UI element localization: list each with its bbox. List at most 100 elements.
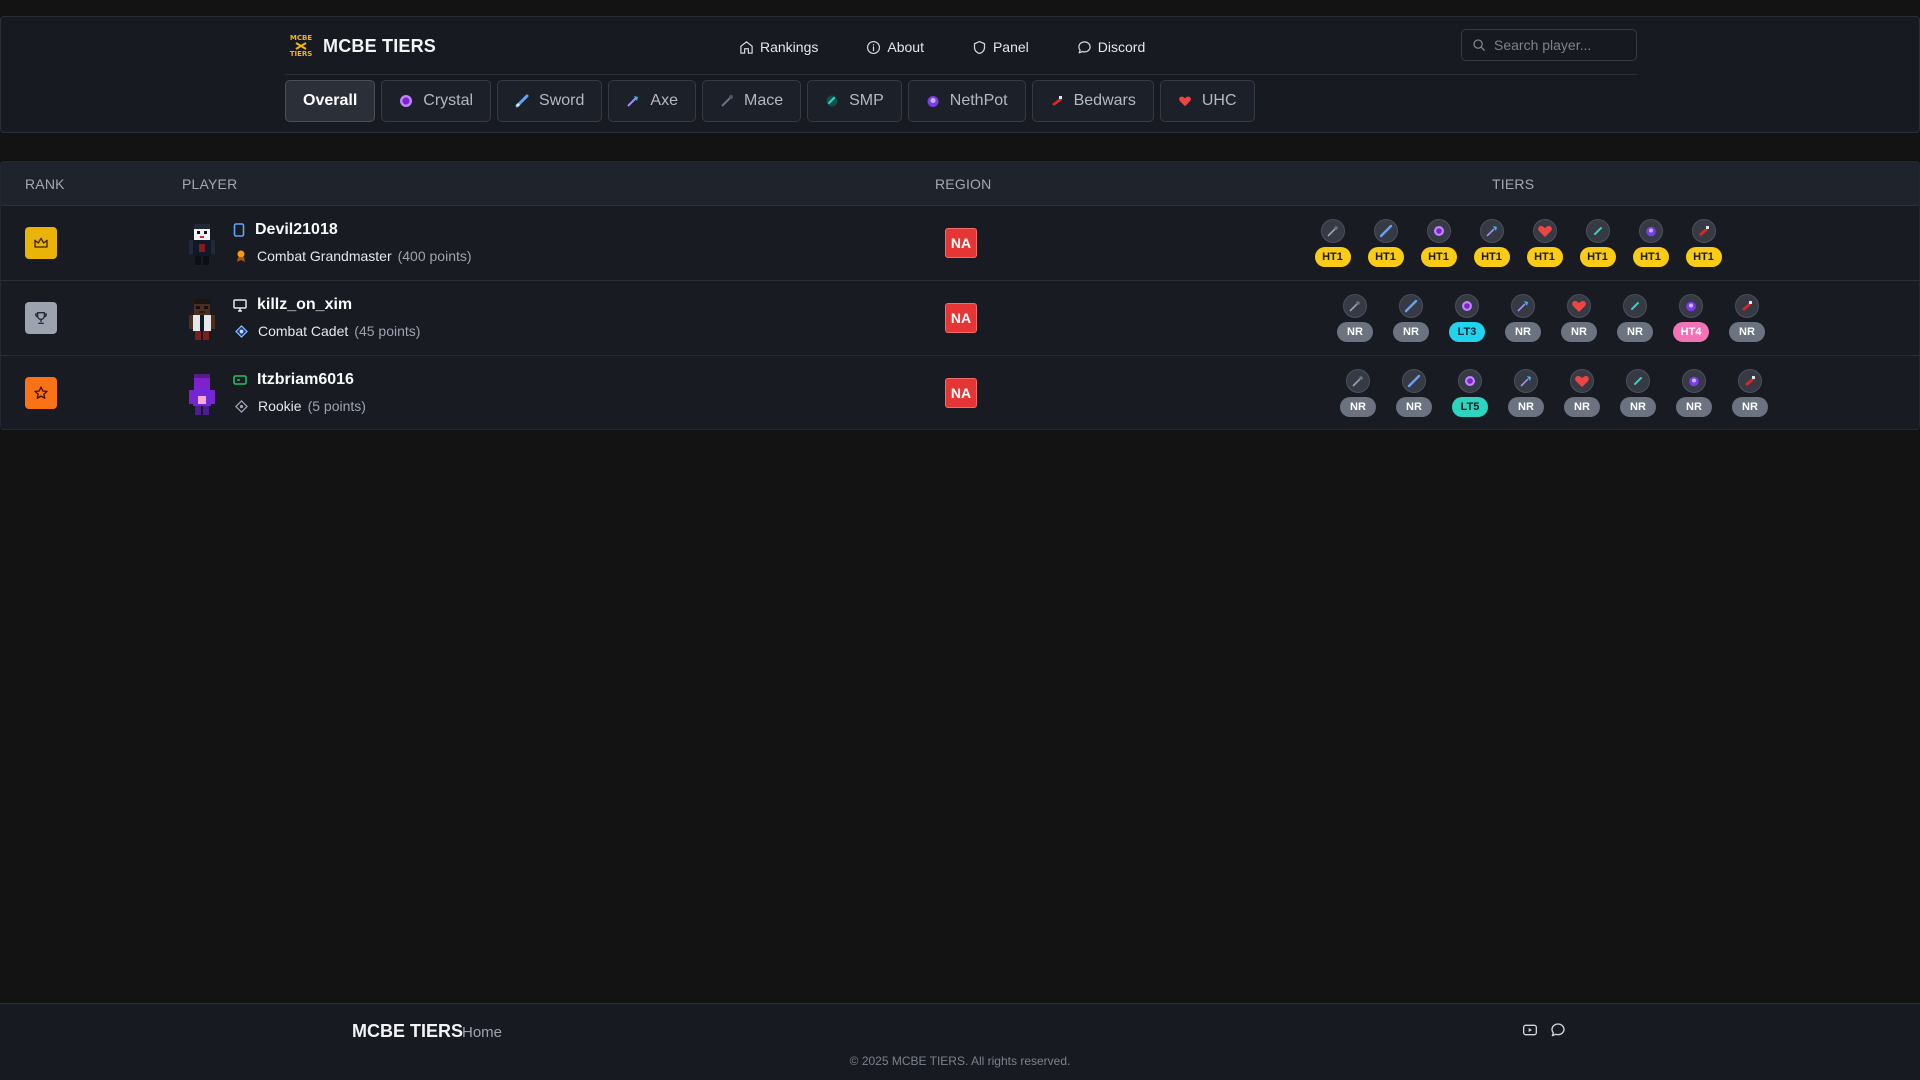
tier-cell[interactable]: HT1 — [1306, 219, 1359, 267]
tier-badge: NR — [1729, 322, 1765, 342]
nav-panel[interactable]: Panel — [972, 37, 1029, 57]
tier-cell[interactable]: NR — [1722, 369, 1778, 417]
tier-badge: NR — [1561, 322, 1597, 342]
mace-icon — [721, 95, 733, 107]
nethpot-icon — [1682, 369, 1706, 393]
tier-list: NR NR LT3 NR NR NR HT4 NR — [1327, 294, 1775, 342]
top-navigation-bar: MCBE TIERS MCBE TIERS Rankings About Pan… — [0, 16, 1920, 133]
tier-cell[interactable]: NR — [1330, 369, 1386, 417]
tier-badge: NR — [1617, 322, 1653, 342]
tier-cell[interactable]: NR — [1495, 294, 1551, 342]
footer-home-link[interactable]: Home — [462, 1024, 502, 1041]
crystal-icon — [1426, 219, 1451, 243]
tier-cell[interactable]: NR — [1719, 294, 1775, 342]
tier-cell[interactable]: NR — [1551, 294, 1607, 342]
tier-badge: HT1 — [1526, 247, 1563, 267]
tier-cell[interactable]: LT5 — [1442, 369, 1498, 417]
tab-smp[interactable]: SMP — [807, 80, 902, 122]
tier-cell[interactable]: HT1 — [1518, 219, 1571, 267]
player-title-line: Combat Cadet (45 points) — [235, 323, 420, 339]
tier-list: NR NR LT5 NR NR NR NR NR — [1330, 369, 1778, 417]
player-name-line: Itzbriam6016 — [233, 371, 354, 389]
tier-badge: NR — [1505, 322, 1541, 342]
tab-mace[interactable]: Mace — [701, 80, 802, 122]
tier-cell[interactable]: HT1 — [1677, 219, 1730, 267]
tier-badge: LT5 — [1452, 397, 1488, 417]
bedwars-icon — [1738, 369, 1762, 393]
tier-cell[interactable]: NR — [1610, 369, 1666, 417]
tier-cell[interactable]: NR — [1666, 369, 1722, 417]
smp-icon — [826, 95, 838, 107]
shield-icon — [973, 40, 986, 54]
sword-icon — [515, 94, 529, 108]
tier-cell[interactable]: NR — [1386, 369, 1442, 417]
table-row[interactable]: Devil21018 Combat Grandmaster (400 point… — [1, 206, 1919, 281]
tab-uhc[interactable]: UHC — [1159, 80, 1255, 122]
player-name-line: Devil21018 — [233, 221, 338, 239]
tab-sword[interactable]: Sword — [497, 80, 603, 122]
mace-icon — [1320, 219, 1345, 243]
tier-cell[interactable]: HT1 — [1571, 219, 1624, 267]
star-icon — [34, 386, 48, 399]
rank-badge-first — [25, 227, 57, 259]
tier-cell[interactable]: LT3 — [1439, 294, 1495, 342]
smp-icon — [1585, 219, 1610, 243]
heart-icon — [1570, 369, 1594, 393]
logo-swords-icon — [295, 42, 307, 50]
rookie-badge-icon — [235, 399, 248, 413]
tier-cell[interactable]: NR — [1383, 294, 1439, 342]
tier-cell[interactable]: NR — [1554, 369, 1610, 417]
crystal-icon — [400, 95, 413, 107]
chat-icon — [1078, 40, 1091, 53]
tier-cell[interactable]: HT1 — [1465, 219, 1518, 267]
nav-discord[interactable]: Discord — [1077, 37, 1145, 57]
tier-cell[interactable]: HT1 — [1412, 219, 1465, 267]
player-name[interactable]: killz_on_xim — [257, 296, 352, 314]
player-name[interactable]: Devil21018 — [255, 221, 338, 239]
heart-icon — [1567, 294, 1591, 318]
chat-icon[interactable] — [1550, 1022, 1566, 1038]
brand[interactable]: MCBE TIERS MCBE TIERS — [288, 31, 436, 61]
tab-axe[interactable]: Axe — [608, 80, 696, 122]
sword-icon — [1402, 369, 1426, 393]
rank-badge-second — [25, 302, 57, 334]
player-name[interactable]: Itzbriam6016 — [257, 371, 354, 389]
search-input[interactable] — [1494, 37, 1634, 53]
search-box[interactable] — [1461, 29, 1637, 61]
tab-overall[interactable]: Overall — [285, 80, 376, 122]
nethpot-icon — [927, 96, 939, 107]
tab-nethpot[interactable]: NethPot — [907, 80, 1026, 122]
nav-rankings[interactable]: Rankings — [739, 37, 818, 57]
tier-badge: HT1 — [1420, 247, 1457, 267]
axe-icon — [1479, 219, 1504, 243]
crystal-icon — [1458, 369, 1482, 393]
nethpot-icon — [1638, 219, 1663, 243]
tier-cell[interactable]: NR — [1498, 369, 1554, 417]
tier-cell[interactable]: HT4 — [1663, 294, 1719, 342]
tier-badge: NR — [1337, 322, 1373, 342]
tier-badge: HT1 — [1632, 247, 1669, 267]
tab-crystal[interactable]: Crystal — [381, 80, 492, 122]
youtube-icon[interactable] — [1522, 1022, 1538, 1038]
tab-bedwars[interactable]: Bedwars — [1031, 80, 1154, 122]
footer-brand[interactable]: MCBE TIERS — [352, 1021, 463, 1042]
nav-about[interactable]: About — [866, 37, 924, 57]
column-player: PLAYER — [182, 176, 238, 192]
table-row[interactable]: killz_on_xim Combat Cadet (45 points) NA… — [1, 281, 1919, 356]
tier-badge: HT1 — [1367, 247, 1404, 267]
table-row[interactable]: Itzbriam6016 Rookie (5 points) NA NR NR LT… — [1, 356, 1919, 429]
tier-cell[interactable]: NR — [1327, 294, 1383, 342]
tier-badge: NR — [1676, 397, 1712, 417]
player-avatar — [189, 374, 215, 415]
trophy-icon — [35, 312, 47, 324]
player-name-line: killz_on_xim — [233, 296, 352, 314]
tier-cell[interactable]: NR — [1607, 294, 1663, 342]
mobile-icon — [233, 223, 245, 237]
footer-social — [1522, 1022, 1566, 1038]
tier-badge: NR — [1508, 397, 1544, 417]
tier-badge: HT1 — [1685, 247, 1722, 267]
smp-icon — [1623, 294, 1647, 318]
tier-cell[interactable]: HT1 — [1624, 219, 1677, 267]
tier-cell[interactable]: HT1 — [1359, 219, 1412, 267]
tier-badge: HT4 — [1673, 322, 1709, 342]
